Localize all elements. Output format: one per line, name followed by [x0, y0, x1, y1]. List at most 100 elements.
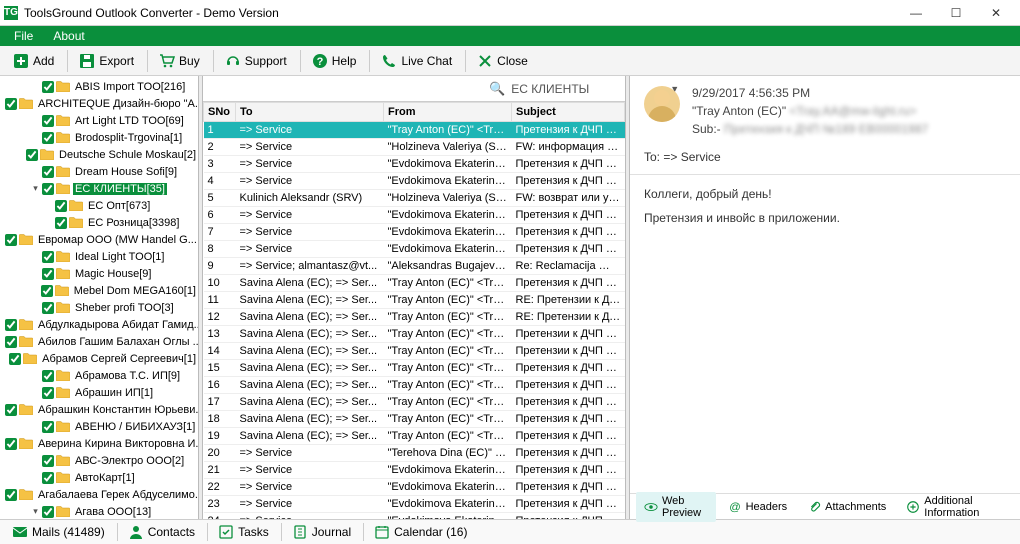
- col-subject[interactable]: Subject: [512, 103, 625, 122]
- table-row[interactable]: 5Kulinich Aleksandr (SRV)"Holzineva Vale…: [204, 190, 625, 207]
- tab-attachments[interactable]: Attachments: [799, 497, 894, 517]
- tree-checkbox[interactable]: [42, 166, 54, 178]
- tree-checkbox[interactable]: [42, 251, 54, 263]
- table-row[interactable]: 16Savina Alena (EC); => Ser..."Tray Anto…: [204, 377, 625, 394]
- collapse-icon[interactable]: ▾: [30, 183, 41, 194]
- tree-checkbox[interactable]: [5, 234, 17, 246]
- tree-checkbox[interactable]: [9, 353, 21, 365]
- tree-node[interactable]: ▾ЕС КЛИЕНТЫ[35]: [0, 180, 198, 197]
- table-row[interactable]: 9=> Service; almantasz@vt..."Aleksandras…: [204, 258, 625, 275]
- tree-checkbox[interactable]: [5, 489, 17, 501]
- livechat-button[interactable]: Live Chat: [372, 49, 461, 73]
- add-button[interactable]: Add: [4, 49, 63, 73]
- tree-checkbox[interactable]: [42, 268, 54, 280]
- tree-node[interactable]: Dream House Sofi[9]: [0, 163, 198, 180]
- tree-node[interactable]: Абрамова Т.С. ИП[9]: [0, 367, 198, 384]
- tab-mails[interactable]: Mails (41489): [4, 522, 113, 542]
- table-row[interactable]: 18Savina Alena (EC); => Ser..."Tray Anto…: [204, 411, 625, 428]
- tree-checkbox[interactable]: [5, 319, 17, 331]
- collapse-icon[interactable]: ▾: [30, 506, 41, 517]
- table-row[interactable]: 15Savina Alena (EC); => Ser..."Tray Anto…: [204, 360, 625, 377]
- tree-node[interactable]: Mebel Dom MEGA160[1]: [0, 282, 198, 299]
- tree-checkbox[interactable]: [42, 132, 54, 144]
- tree-checkbox[interactable]: [55, 217, 67, 229]
- tree-checkbox[interactable]: [42, 421, 54, 433]
- table-row[interactable]: 24=> Service"Evdokimova Ekaterina (E...П…: [204, 513, 625, 520]
- table-row[interactable]: 20=> Service"Terehova Dina (EC)" <Te...П…: [204, 445, 625, 462]
- table-row[interactable]: 1=> Service"Tray Anton (EC)" <Tray.A...П…: [204, 122, 625, 139]
- tab-headers[interactable]: @ Headers: [720, 497, 796, 517]
- table-row[interactable]: 13Savina Alena (EC); => Ser..."Tray Anto…: [204, 326, 625, 343]
- tree-checkbox[interactable]: [41, 285, 53, 297]
- tree-checkbox[interactable]: [55, 200, 67, 212]
- help-button[interactable]: ? Help: [303, 49, 366, 73]
- tree-node[interactable]: Аверина Кирина Викторовна И...: [0, 435, 198, 452]
- table-row[interactable]: 3=> Service"Evdokimova Ekaterina (E...Пр…: [204, 156, 625, 173]
- tree-node[interactable]: Абдулкадырова Абидат Гамид...: [0, 316, 198, 333]
- table-row[interactable]: 12Savina Alena (EC); => Ser..."Tray Anto…: [204, 309, 625, 326]
- tree-node[interactable]: Агабалаева Герек Абдуселимо...: [0, 486, 198, 503]
- tree-node[interactable]: Brodosplit-Trgovina[1]: [0, 129, 198, 146]
- table-row[interactable]: 23=> Service"Evdokimova Ekaterina (E...П…: [204, 496, 625, 513]
- table-row[interactable]: 6=> Service"Evdokimova Ekaterina (E...Пр…: [204, 207, 625, 224]
- table-row[interactable]: 8=> Service"Evdokimova Ekaterina (E...Пр…: [204, 241, 625, 258]
- table-row[interactable]: 2=> Service"Holzineva Valeriya (SRV)...F…: [204, 139, 625, 156]
- tree-node[interactable]: Абрашкин Константин Юрьеви...: [0, 401, 198, 418]
- tree-node[interactable]: Art Light LTD TOO[69]: [0, 112, 198, 129]
- minimize-button[interactable]: —: [896, 0, 936, 26]
- tree-node[interactable]: ЕС Розница[3398]: [0, 214, 198, 231]
- table-row[interactable]: 7=> Service"Evdokimova Ekaterina (E...Пр…: [204, 224, 625, 241]
- menu-about[interactable]: About: [43, 29, 94, 43]
- menu-file[interactable]: File: [4, 29, 43, 43]
- message-table-wrap[interactable]: SNo To From Subject 1=> Service"Tray Ant…: [203, 102, 625, 519]
- search-icon[interactable]: 🔍: [489, 81, 505, 97]
- tree-checkbox[interactable]: [42, 81, 54, 93]
- table-row[interactable]: 14Savina Alena (EC); => Ser..."Tray Anto…: [204, 343, 625, 360]
- tree-checkbox[interactable]: [42, 387, 54, 399]
- folder-tree[interactable]: ABIS Import TOO[216]ARCHITEQUE Дизайн-бю…: [0, 76, 198, 519]
- tab-additional-info[interactable]: Additional Information: [898, 492, 1010, 522]
- close-window-button[interactable]: ✕: [976, 0, 1016, 26]
- export-button[interactable]: Export: [70, 49, 143, 73]
- tab-calendar[interactable]: Calendar (16): [366, 522, 475, 542]
- table-row[interactable]: 10Savina Alena (EC); => Ser..."Tray Anto…: [204, 275, 625, 292]
- table-row[interactable]: 21=> Service"Evdokimova Ekaterina (E...П…: [204, 462, 625, 479]
- buy-button[interactable]: Buy: [150, 49, 209, 73]
- table-row[interactable]: 17Savina Alena (EC); => Ser..."Tray Anto…: [204, 394, 625, 411]
- tree-checkbox[interactable]: [5, 438, 17, 450]
- tree-node[interactable]: Абрашин ИП[1]: [0, 384, 198, 401]
- maximize-button[interactable]: ☐: [936, 0, 976, 26]
- table-row[interactable]: 19Savina Alena (EC); => Ser..."Tray Anto…: [204, 428, 625, 445]
- tree-node[interactable]: АВС-Электро ООО[2]: [0, 452, 198, 469]
- tab-journal[interactable]: Journal: [284, 522, 359, 542]
- tab-web-preview[interactable]: Web Preview: [636, 492, 716, 522]
- tree-node[interactable]: Абилов Гашим Балахан Оглы ...: [0, 333, 198, 350]
- tab-contacts[interactable]: Contacts: [120, 522, 203, 542]
- tree-checkbox[interactable]: [42, 472, 54, 484]
- tree-node[interactable]: ARCHITEQUE Дизайн-бюро "А...: [0, 95, 198, 112]
- tree-checkbox[interactable]: [5, 98, 17, 110]
- close-button[interactable]: Close: [468, 49, 537, 73]
- tree-checkbox[interactable]: [5, 404, 17, 416]
- tree-node[interactable]: Deutsche Schule Moskau[2]: [0, 146, 198, 163]
- support-button[interactable]: Support: [216, 49, 296, 73]
- tree-node[interactable]: Ideal Light TOO[1]: [0, 248, 198, 265]
- table-row[interactable]: 11Savina Alena (EC); => Ser..."Tray Anto…: [204, 292, 625, 309]
- tree-checkbox[interactable]: [42, 115, 54, 127]
- col-from[interactable]: From: [384, 103, 512, 122]
- tree-node[interactable]: Sheber profi TOO[3]: [0, 299, 198, 316]
- tree-checkbox[interactable]: [42, 370, 54, 382]
- tree-node[interactable]: Абрамов Сергей Сергеевич[1]: [0, 350, 198, 367]
- tree-checkbox[interactable]: [42, 302, 54, 314]
- tab-tasks[interactable]: Tasks: [210, 522, 277, 542]
- tree-node[interactable]: ЕС Опт[673]: [0, 197, 198, 214]
- tree-node[interactable]: АвтоКарт[1]: [0, 469, 198, 486]
- tree-node[interactable]: ▾Агава ООО[13]: [0, 503, 198, 519]
- tree-node[interactable]: Magic House[9]: [0, 265, 198, 282]
- table-row[interactable]: 4=> Service"Evdokimova Ekaterina (E...Пр…: [204, 173, 625, 190]
- tree-checkbox[interactable]: [42, 183, 54, 195]
- tree-node[interactable]: Евромар ООО (MW Handel G...: [0, 231, 198, 248]
- col-to[interactable]: To: [236, 103, 384, 122]
- table-row[interactable]: 22=> Service"Evdokimova Ekaterina (E...П…: [204, 479, 625, 496]
- tree-checkbox[interactable]: [42, 506, 54, 518]
